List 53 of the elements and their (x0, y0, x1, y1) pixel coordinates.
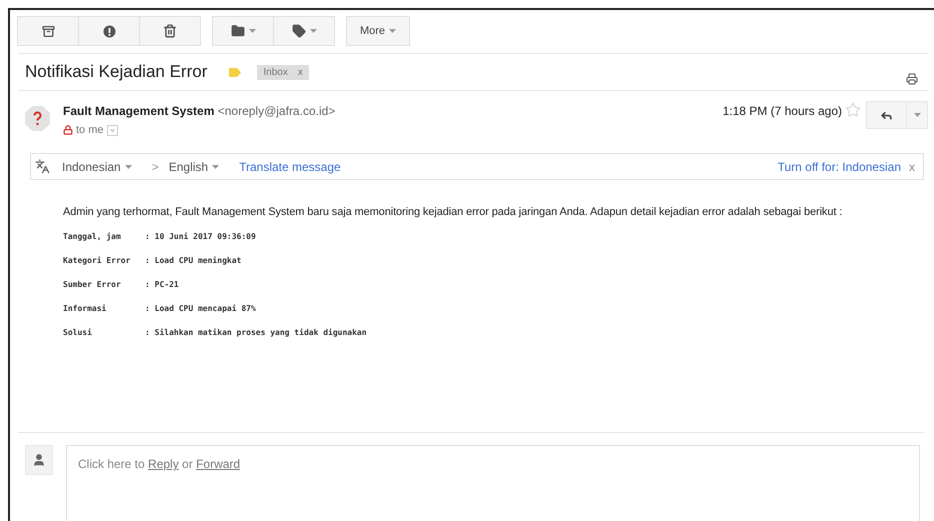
caret-icon (212, 164, 220, 168)
spam-button[interactable] (78, 16, 140, 46)
target-language-dropdown[interactable]: English (168, 160, 220, 174)
reply-box[interactable]: Click here to Reply or Forward (66, 445, 920, 521)
archive-button[interactable] (17, 16, 79, 46)
remove-label-button[interactable]: x (298, 66, 303, 78)
field-value: : Load CPU mencapai 87% (145, 303, 257, 314)
star-icon[interactable] (845, 102, 861, 118)
message-time: 1:18 PM (7 hours ago) (722, 104, 842, 120)
field-label: Kategori Error (63, 255, 132, 266)
field-value: : Load CPU meningkat (145, 255, 242, 266)
caret-icon (124, 164, 132, 168)
field-value: : Silahkan matikan proses yang tidak digunakan (145, 327, 367, 338)
close-translate-button[interactable]: x (909, 160, 915, 174)
email-subject: Notifikasi Kejadian Error (25, 62, 208, 82)
field-value: : PC-21 (145, 279, 180, 290)
print-icon[interactable] (906, 73, 918, 85)
sender-name: Fault Management System <noreply@jafra.co.id> (63, 104, 336, 118)
chevron-icon (108, 126, 116, 134)
field-label: Sumber Error (63, 279, 122, 290)
trash-button[interactable] (139, 16, 201, 46)
more-button[interactable]: More (346, 16, 410, 46)
turn-off-link[interactable]: Turn off for: Indonesian (778, 160, 901, 174)
caret-icon (914, 113, 920, 117)
reply-button[interactable] (866, 101, 907, 129)
label-chip: Inbox x (257, 64, 309, 80)
caret-icon (310, 29, 316, 33)
field-label: Solusi (63, 327, 93, 338)
folder-button[interactable] (212, 16, 274, 46)
person-icon (32, 453, 46, 467)
archive-icon (42, 24, 54, 38)
message-intro: Admin yang terhormat, Fault Management System baru saja memonitoring kejadian error pada jaringan Anda. Adapun detail kejadian error adalah sebagai berikut : (63, 206, 842, 218)
exclamation-icon (102, 24, 116, 38)
folder-icon (230, 24, 244, 38)
translate-message-link[interactable]: Translate message (239, 160, 341, 174)
reply-link[interactable]: Forward (196, 457, 240, 471)
translate-icon (35, 159, 50, 174)
field-value: : 10 Juni 2017 09:36:09 (145, 231, 257, 242)
unknown-sender-avatar (25, 106, 50, 131)
reply-link[interactable]: Reply (148, 457, 179, 471)
tag-icon (292, 24, 306, 38)
caret-icon (389, 29, 396, 33)
recipient-text: to me (76, 124, 104, 136)
tag-button[interactable] (273, 16, 335, 46)
reply-prompt: Click here to Reply or Forward (78, 457, 240, 471)
lock-icon (63, 125, 73, 135)
trash-icon (163, 24, 177, 38)
label-icon (229, 68, 242, 76)
field-label: Informasi (63, 303, 108, 314)
caret-icon (248, 29, 256, 33)
field-label: Tanggal, jam (63, 231, 122, 242)
source-language-dropdown[interactable]: Indonesian (62, 160, 132, 174)
arrow-text: > (152, 160, 159, 174)
